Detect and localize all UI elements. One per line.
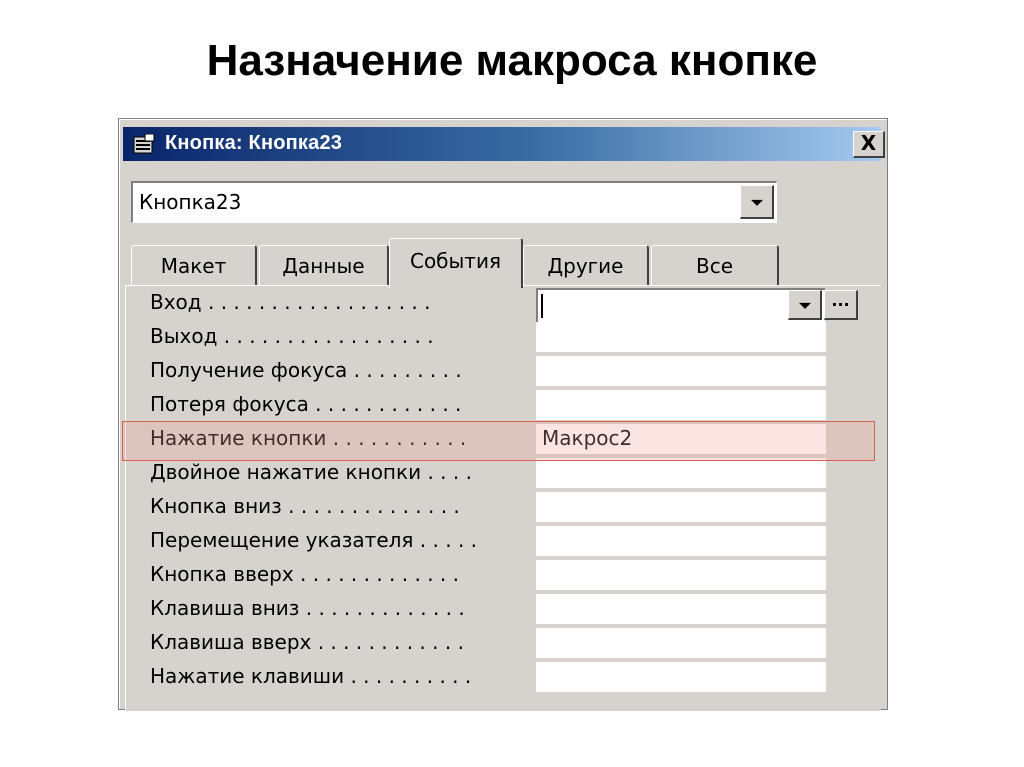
property-label: Нажатие кнопки . . . . . . . . . . .	[150, 426, 467, 450]
property-input-key-down[interactable]	[536, 594, 826, 624]
property-label: Вход . . . . . . . . . . . . . . . . . .	[150, 290, 431, 314]
property-row-dbl-click[interactable]: Двойное нажатие кнопки . . . .	[150, 458, 870, 492]
property-label: Двойное нажатие кнопки . . . .	[150, 460, 472, 484]
property-input-enter[interactable]	[536, 288, 825, 322]
object-selector[interactable]: Кнопка23	[131, 181, 777, 223]
property-row-mouse-up[interactable]: Кнопка вверх . . . . . . . . . . . . .	[150, 560, 870, 594]
window-title: Кнопка: Кнопка23	[165, 132, 343, 154]
property-value: Макрос2	[542, 426, 633, 450]
property-row-got-focus[interactable]: Получение фокуса . . . . . . . . .	[150, 356, 870, 390]
chevron-down-icon	[798, 302, 811, 309]
property-row-on-click[interactable]: Нажатие кнопки . . . . . . . . . . . Мак…	[150, 424, 870, 458]
property-row-exit[interactable]: Выход . . . . . . . . . . . . . . . . .	[150, 322, 870, 356]
property-input-mouse-down[interactable]	[536, 492, 826, 522]
property-row-key-up[interactable]: Клавиша вверх . . . . . . . . . . . .	[150, 628, 870, 662]
property-label: Кнопка вверх . . . . . . . . . . . . .	[150, 562, 459, 586]
property-input-mouse-move[interactable]	[536, 526, 826, 556]
tab-data[interactable]: Данные	[259, 245, 389, 285]
property-label: Нажатие клавиши . . . . . . . . . .	[150, 664, 472, 688]
close-button[interactable]: X	[853, 131, 885, 158]
tab-label: Другие	[547, 254, 624, 278]
tab-other[interactable]: Другие	[523, 245, 649, 285]
build-button[interactable]: ...	[824, 290, 858, 320]
properties-panel: Вход . . . . . . . . . . . . . . . . . .…	[125, 285, 881, 711]
tab-layout[interactable]: Макет	[131, 245, 257, 285]
property-label: Клавиша вверх . . . . . . . . . . . .	[150, 630, 464, 654]
property-input-key-up[interactable]	[536, 628, 826, 658]
property-input-on-click[interactable]: Макрос2	[536, 424, 826, 454]
tab-label: Данные	[282, 254, 365, 278]
tab-label: События	[409, 249, 501, 273]
text-caret	[541, 294, 543, 318]
property-row-key-down[interactable]: Клавиша вниз . . . . . . . . . . . . .	[150, 594, 870, 628]
property-row-mouse-down[interactable]: Кнопка вниз . . . . . . . . . . . . . .	[150, 492, 870, 526]
property-row-key-press[interactable]: Нажатие клавиши . . . . . . . . . .	[150, 662, 870, 696]
property-input-key-press[interactable]	[536, 662, 826, 692]
tab-label: Все	[695, 254, 734, 278]
property-label: Выход . . . . . . . . . . . . . . . . .	[150, 324, 434, 348]
property-label: Получение фокуса . . . . . . . . .	[150, 358, 462, 382]
property-input-lost-focus[interactable]	[536, 390, 826, 420]
properties-icon	[133, 134, 155, 154]
property-dropdown-button[interactable]	[788, 290, 822, 320]
property-input-exit[interactable]	[536, 322, 826, 352]
ellipsis-icon: ...	[831, 291, 850, 310]
tab-label: Макет	[160, 254, 227, 278]
tab-events[interactable]: События	[389, 238, 523, 288]
property-label: Кнопка вниз . . . . . . . . . . . . . .	[150, 494, 460, 518]
object-selector-dropdown-button[interactable]	[740, 185, 774, 219]
tab-all[interactable]: Все	[651, 245, 779, 285]
titlebar[interactable]: Кнопка: Кнопка23 X	[123, 127, 885, 161]
property-input-dbl-click[interactable]	[536, 458, 826, 488]
slide-title: Назначение макроса кнопке	[206, 36, 818, 85]
close-icon: X	[860, 131, 877, 155]
property-label: Потеря фокуса . . . . . . . . . . . .	[150, 392, 462, 416]
property-row-lost-focus[interactable]: Потеря фокуса . . . . . . . . . . . .	[150, 390, 870, 424]
property-input-got-focus[interactable]	[536, 356, 826, 386]
object-selector-value: Кнопка23	[139, 190, 242, 214]
property-input-mouse-up[interactable]	[536, 560, 826, 590]
property-row-enter[interactable]: Вход . . . . . . . . . . . . . . . . . .…	[150, 288, 870, 322]
property-sheet-window: Кнопка: Кнопка23 X Кнопка23 Макет Данные…	[118, 118, 888, 711]
property-row-mouse-move[interactable]: Перемещение указателя . . . . .	[150, 526, 870, 560]
property-label: Клавиша вниз . . . . . . . . . . . . .	[150, 596, 465, 620]
property-label: Перемещение указателя . . . . .	[150, 528, 478, 552]
chevron-down-icon	[750, 199, 763, 206]
